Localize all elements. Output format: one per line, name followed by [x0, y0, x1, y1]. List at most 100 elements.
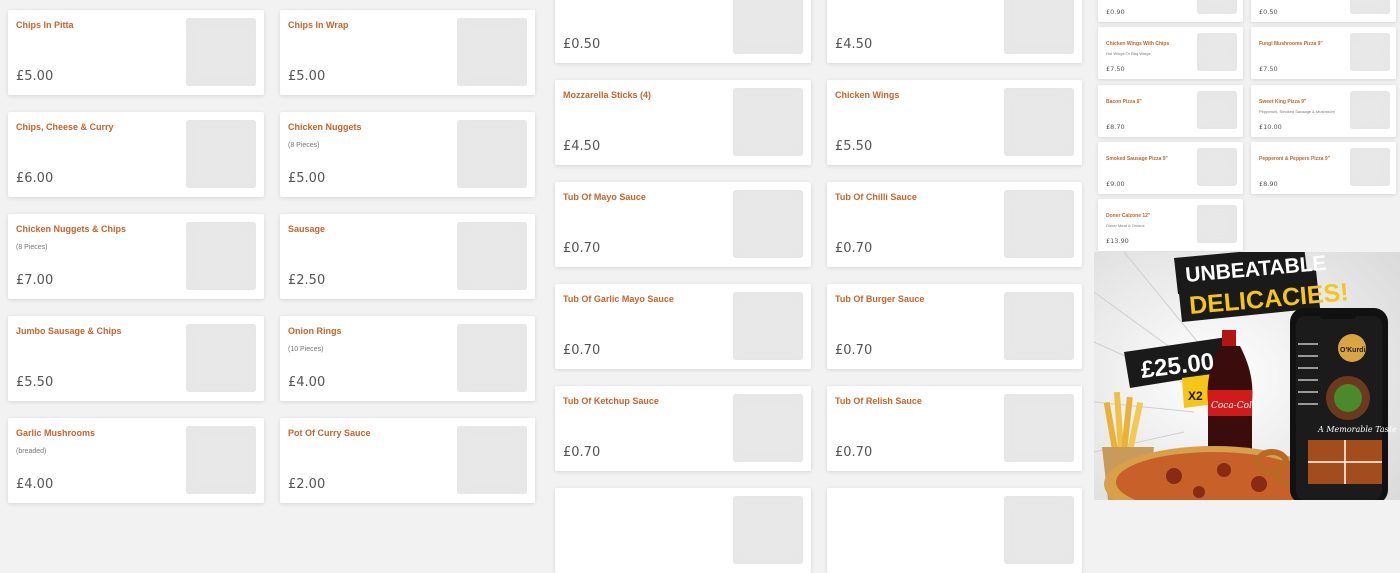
item-price: £0.70	[835, 241, 873, 256]
menu-item-card[interactable]: Chicken Nuggets & Chips (8 Pieces) £7.00	[8, 214, 264, 299]
item-image	[1350, 0, 1390, 14]
item-image	[733, 496, 803, 564]
item-image	[1004, 394, 1074, 462]
item-price: £4.00	[288, 375, 326, 390]
menu-item-card[interactable]: Tub Of Chilli Sauce £0.70	[827, 182, 1082, 267]
menu-item-card[interactable]: £0.50	[555, 0, 811, 63]
item-image	[186, 120, 256, 188]
item-price: £10.00	[1259, 123, 1282, 131]
item-name: Jumbo Sausage & Chips	[16, 326, 122, 336]
menu-item-card[interactable]: Jumbo Sausage & Chips £5.50	[8, 316, 264, 401]
item-image	[733, 88, 803, 156]
menu-item-card[interactable]: Tub Of Garlic Mayo Sauce £0.70	[555, 284, 811, 369]
menu-item-card[interactable]	[827, 488, 1082, 573]
item-description: (8 Pieces)	[288, 142, 320, 149]
item-name: Chicken Nuggets & Chips	[16, 224, 127, 234]
item-name: Bacon Pizza 9"	[1106, 99, 1142, 105]
item-name: Chips In Wrap	[288, 20, 349, 30]
menu-item-card[interactable]: Onion Rings (10 Pieces) £4.00	[280, 316, 535, 401]
item-name: Doner Calzone 12"	[1106, 213, 1151, 219]
menu-item-card[interactable]: Mozzarella Sticks (4) £4.50	[555, 80, 811, 165]
item-name: Sausage	[288, 224, 326, 234]
item-description: (breaded)	[16, 448, 47, 455]
promo-multiplier: X2	[1188, 389, 1203, 403]
item-name: Chips In Pitta	[16, 20, 74, 30]
menu-item-card[interactable]: Doner Calzone 12" Doner Meat & Onions £1…	[1098, 199, 1243, 251]
menu-item-card[interactable]: Sausage £2.50	[280, 214, 535, 299]
item-image	[1004, 0, 1074, 54]
menu-item-card[interactable]: Chips In Wrap £5.00	[280, 10, 535, 95]
phone-mockup-icon	[1290, 308, 1388, 500]
menu-item-card[interactable]: Tub Of Burger Sauce £0.70	[827, 284, 1082, 369]
item-name: Mozzarella Sticks (4)	[563, 90, 652, 100]
menu-item-card[interactable]: Fungi Mushrooms Pizza 9" £7.50	[1251, 27, 1396, 79]
menu-item-card[interactable]: Tub Of Relish Sauce £0.70	[827, 386, 1082, 471]
menu-item-card[interactable]: Garlic Mushrooms (breaded) £4.00	[8, 418, 264, 503]
item-price: £8.70	[1106, 123, 1125, 131]
item-image	[733, 292, 803, 360]
item-description: Pepperoni, Smoked Sausage & Mushroom	[1259, 109, 1335, 114]
item-price: £5.00	[288, 171, 326, 186]
cola-label: Coca-Cola	[1211, 401, 1257, 411]
item-name: Chips, Cheese & Curry	[16, 122, 114, 132]
item-image	[186, 222, 256, 290]
item-image	[186, 426, 256, 494]
menu-item-card[interactable]: Bacon Pizza 9" £8.70	[1098, 85, 1243, 137]
item-name: Smoked Sausage Pizza 9"	[1106, 156, 1168, 162]
item-image	[1197, 33, 1237, 71]
item-price: £0.70	[563, 241, 601, 256]
menu-item-card[interactable]: Pepperoni & Peppers Pizza 9" £8.90	[1251, 142, 1396, 194]
item-image	[1197, 148, 1237, 186]
item-name: Tub Of Mayo Sauce	[563, 192, 646, 202]
item-image	[457, 324, 527, 392]
item-name: Fungi Mushrooms Pizza 9"	[1259, 41, 1323, 47]
menu-item-card[interactable]: £0.90	[1098, 0, 1243, 22]
menu-item-card[interactable]: Chicken Wings £5.50	[827, 80, 1082, 165]
item-price: £5.50	[16, 375, 54, 390]
menu-item-card[interactable]: Smoked Sausage Pizza 9" £9.00	[1098, 142, 1243, 194]
item-image	[457, 222, 527, 290]
item-name: Tub Of Burger Sauce	[835, 294, 925, 304]
menu-item-card[interactable]	[555, 488, 811, 573]
promo-banner[interactable]: UNBEATABLE DELICACIES! £25.00 X2 Coca-Co…	[1094, 252, 1400, 500]
menu-item-card[interactable]: Chips, Cheese & Curry £6.00	[8, 112, 264, 197]
item-description: Hot Wings Or Bbq Wings	[1106, 51, 1151, 56]
item-price: £8.90	[1259, 180, 1278, 188]
menu-item-card[interactable]: Chicken Wings With Chips Hot Wings Or Bb…	[1098, 27, 1243, 79]
menu-item-card[interactable]: Chips In Pitta £5.00	[8, 10, 264, 95]
item-price: £4.50	[563, 139, 601, 154]
item-name: Sweet King Pizza 9"	[1259, 99, 1307, 105]
menu-item-card[interactable]: £0.50	[1251, 0, 1396, 22]
item-name: Chicken Wings	[835, 90, 900, 100]
item-price: £0.70	[563, 445, 601, 460]
item-name: Tub Of Chilli Sauce	[835, 192, 917, 202]
item-image	[1004, 496, 1074, 564]
item-image	[457, 426, 527, 494]
menu-item-card[interactable]: Tub Of Mayo Sauce £0.70	[555, 182, 811, 267]
menu-item-card[interactable]: Tub Of Ketchup Sauce £0.70	[555, 386, 811, 471]
item-name: Garlic Mushrooms	[16, 428, 96, 438]
item-image	[457, 18, 527, 86]
item-price: £0.50	[563, 37, 601, 52]
menu-item-card[interactable]: Pot Of Curry Sauce £2.00	[280, 418, 535, 503]
item-price: £0.50	[1259, 8, 1278, 16]
menu-item-card[interactable]: £4.50	[827, 0, 1082, 63]
item-price: £9.00	[1106, 180, 1125, 188]
item-image	[1004, 190, 1074, 258]
item-name: Pepperoni & Peppers Pizza 9"	[1259, 156, 1331, 162]
item-price: £0.70	[835, 343, 873, 358]
item-price: £2.00	[288, 477, 326, 492]
item-image	[186, 18, 256, 86]
item-price: £5.00	[288, 69, 326, 84]
item-image	[1350, 33, 1390, 71]
menu-item-card[interactable]: Chicken Nuggets (8 Pieces) £5.00	[280, 112, 535, 197]
item-name: Chicken Wings With Chips	[1106, 41, 1170, 47]
item-price: £13.90	[1106, 237, 1129, 245]
item-price: £5.00	[16, 69, 54, 84]
item-name: Tub Of Ketchup Sauce	[563, 396, 659, 406]
item-description: Doner Meat & Onions	[1106, 223, 1145, 228]
item-image	[1004, 88, 1074, 156]
menu-item-card[interactable]: Sweet King Pizza 9" Pepperoni, Smoked Sa…	[1251, 85, 1396, 137]
item-price: £0.70	[835, 445, 873, 460]
item-name: Onion Rings	[288, 326, 342, 336]
